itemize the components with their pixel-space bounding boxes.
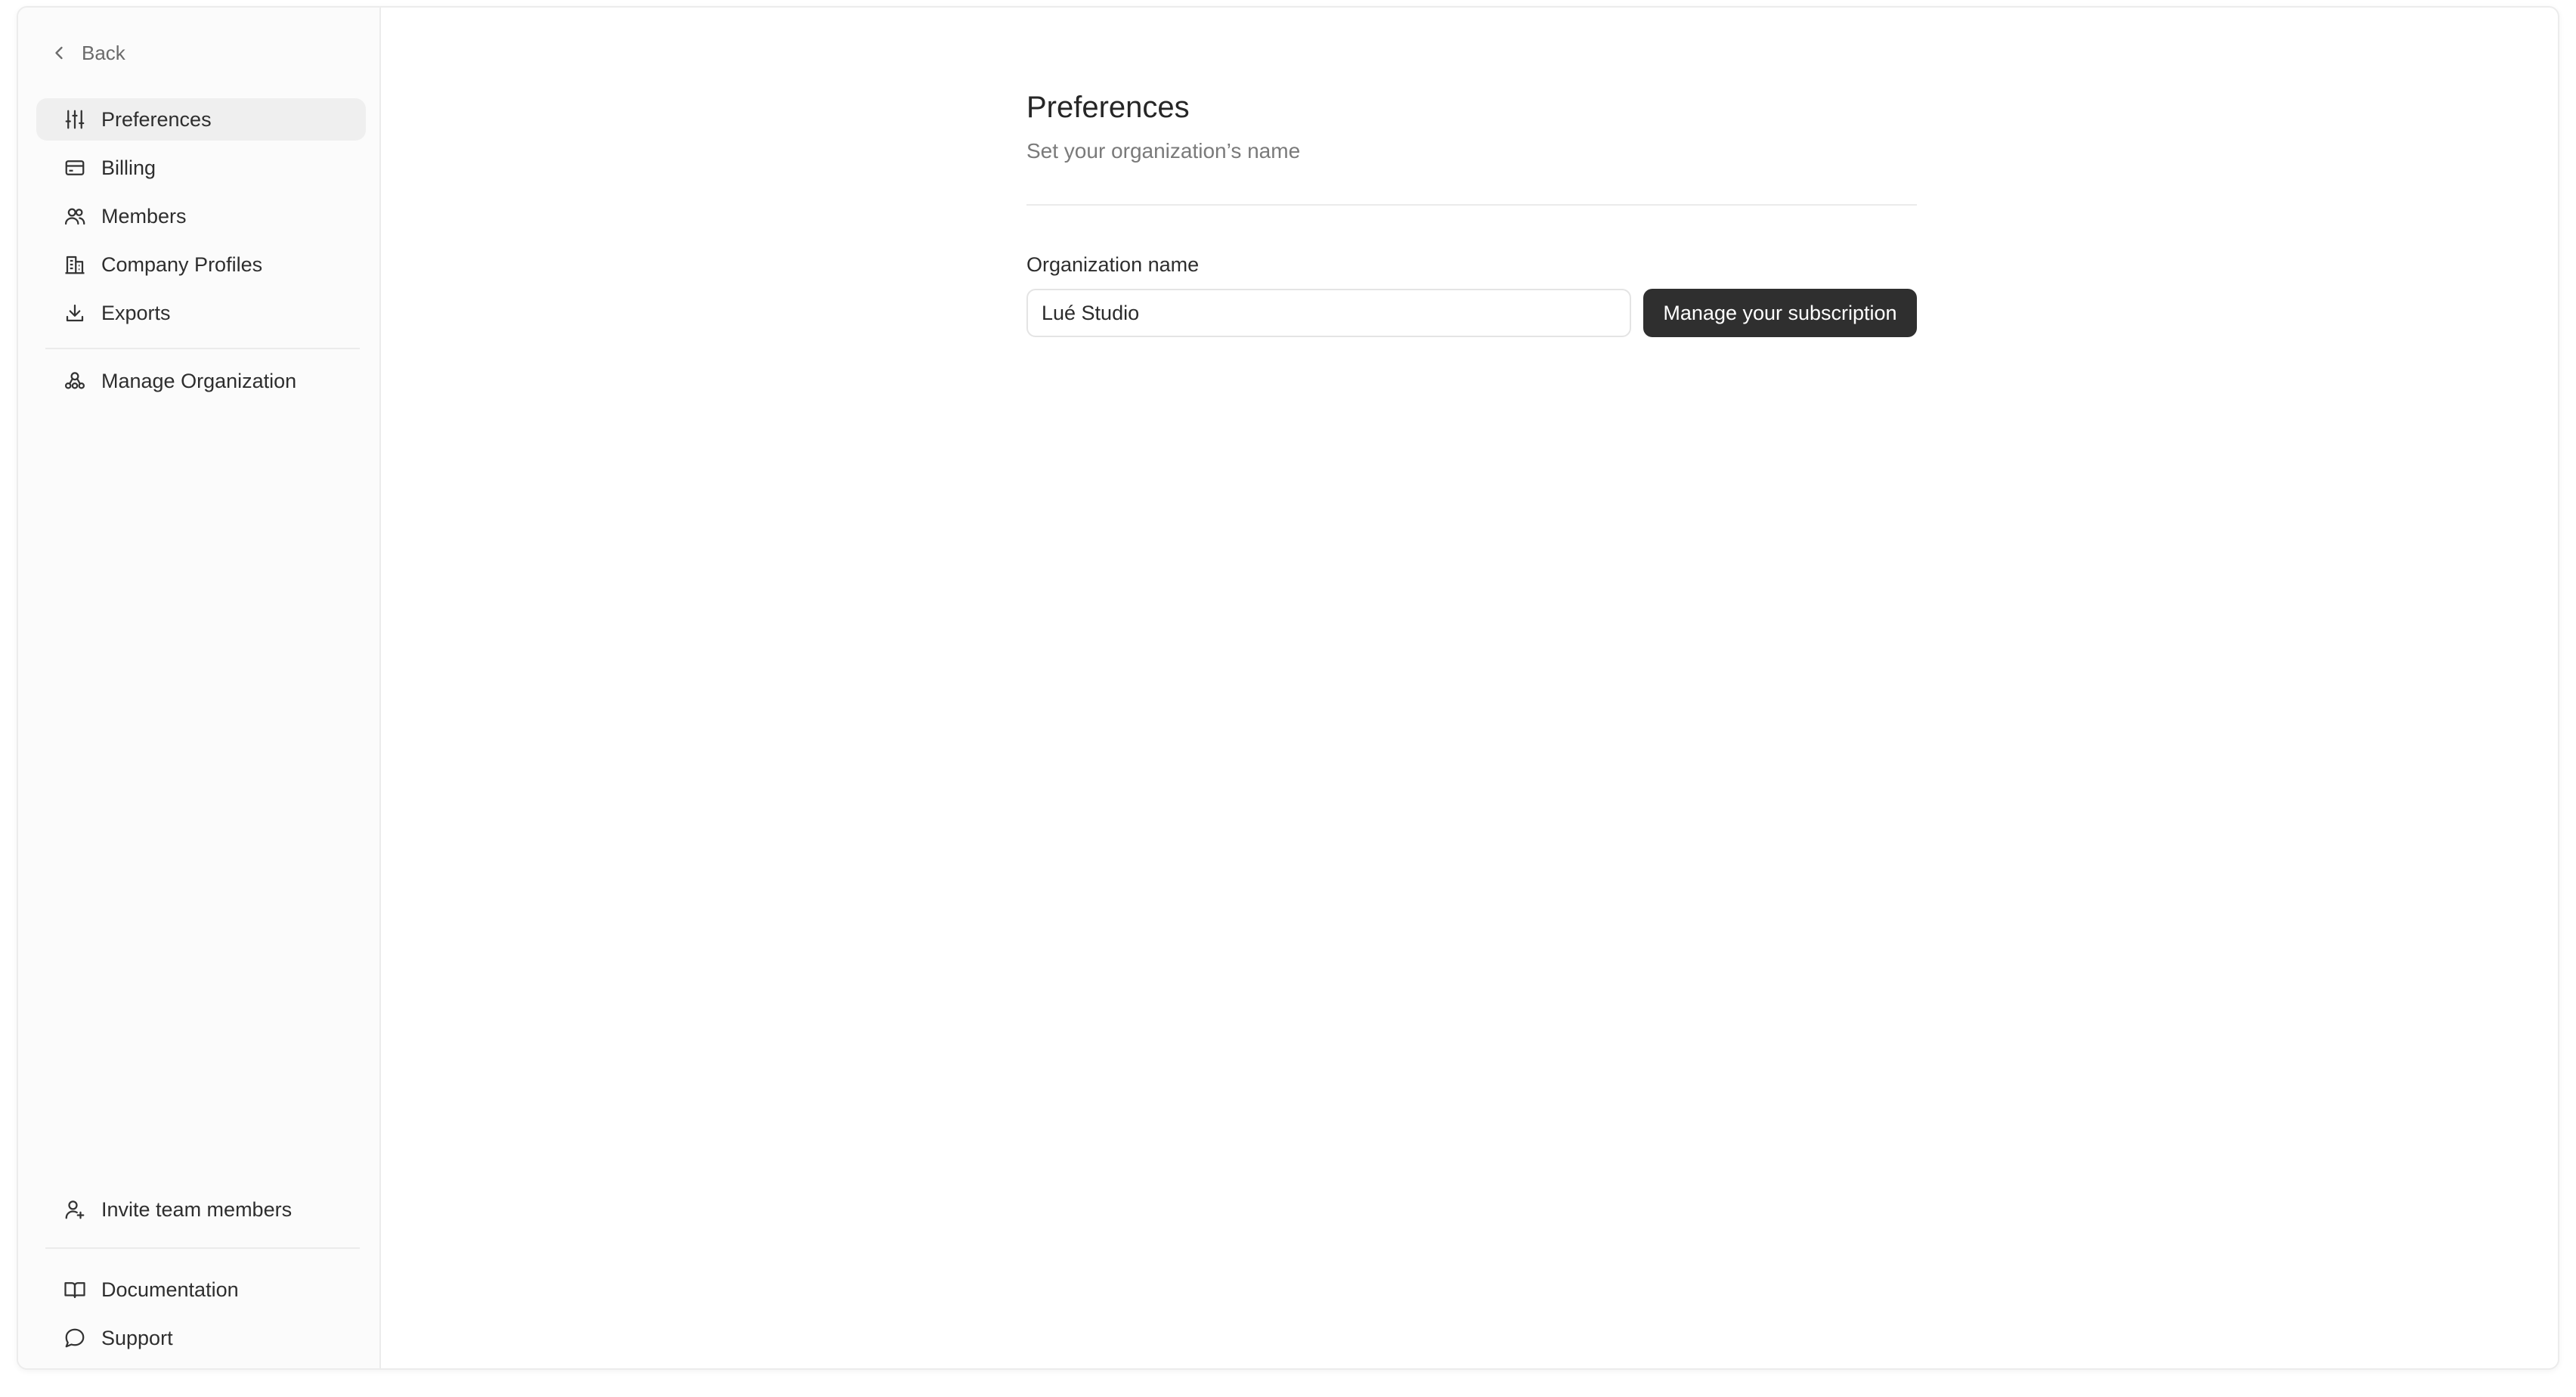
sidebar-item-label: Documentation <box>101 1278 239 1301</box>
organization-name-label: Organization name <box>1026 253 1200 276</box>
users-icon <box>63 205 86 228</box>
sidebar-item-invite-team-members[interactable]: Invite team members <box>36 1188 366 1231</box>
sidebar-item-exports[interactable]: Exports <box>36 292 366 334</box>
chat-bubble-icon <box>63 1327 86 1349</box>
sidebar-divider <box>45 348 360 349</box>
sidebar-item-label: Invite team members <box>101 1197 293 1221</box>
preferences-panel: Preferences Set your organization’s name… <box>1026 83 1917 337</box>
download-icon <box>63 302 86 324</box>
sidebar-item-support[interactable]: Support <box>36 1317 366 1359</box>
back-button[interactable]: Back <box>48 30 125 76</box>
book-icon <box>63 1278 86 1301</box>
organization-name-input[interactable] <box>1026 289 1631 337</box>
sidebar-item-label: Company Profiles <box>101 252 263 276</box>
page-subtitle: Set your organization’s name <box>1026 139 1301 163</box>
sidebar-item-label: Manage Organization <box>101 369 297 392</box>
organization-icon <box>63 370 86 392</box>
organization-name-row: Manage your subscription <box>1026 289 1917 337</box>
sidebar-item-label: Members <box>101 204 187 228</box>
sidebar-item-label: Billing <box>101 156 156 179</box>
credit-card-icon <box>63 156 86 179</box>
sliders-icon <box>63 108 86 131</box>
page-title: Preferences <box>1026 91 1190 124</box>
section-divider <box>1026 204 1917 206</box>
sidebar-divider <box>45 1247 360 1249</box>
sidebar-item-label: Exports <box>101 301 171 324</box>
sidebar: Back Preferences Billing Members Company <box>18 8 381 1368</box>
sidebar-item-company-profiles[interactable]: Company Profiles <box>36 243 366 286</box>
sidebar-item-label: Preferences <box>101 107 212 131</box>
sidebar-item-documentation[interactable]: Documentation <box>36 1268 366 1311</box>
chevron-left-icon <box>55 46 63 60</box>
user-plus-icon <box>63 1198 86 1221</box>
sidebar-item-label: Support <box>101 1326 173 1349</box>
sidebar-item-billing[interactable]: Billing <box>36 147 366 189</box>
app-window: Back Preferences Billing Members Company <box>17 6 2559 1370</box>
manage-subscription-button[interactable]: Manage your subscription <box>1643 289 1917 337</box>
building-icon <box>63 253 86 276</box>
main-content: Preferences Set your organization’s name… <box>382 8 2558 1368</box>
sidebar-item-manage-organization[interactable]: Manage Organization <box>36 360 366 402</box>
sidebar-item-members[interactable]: Members <box>36 195 366 237</box>
back-label: Back <box>82 41 125 64</box>
sidebar-item-preferences[interactable]: Preferences <box>36 98 366 141</box>
